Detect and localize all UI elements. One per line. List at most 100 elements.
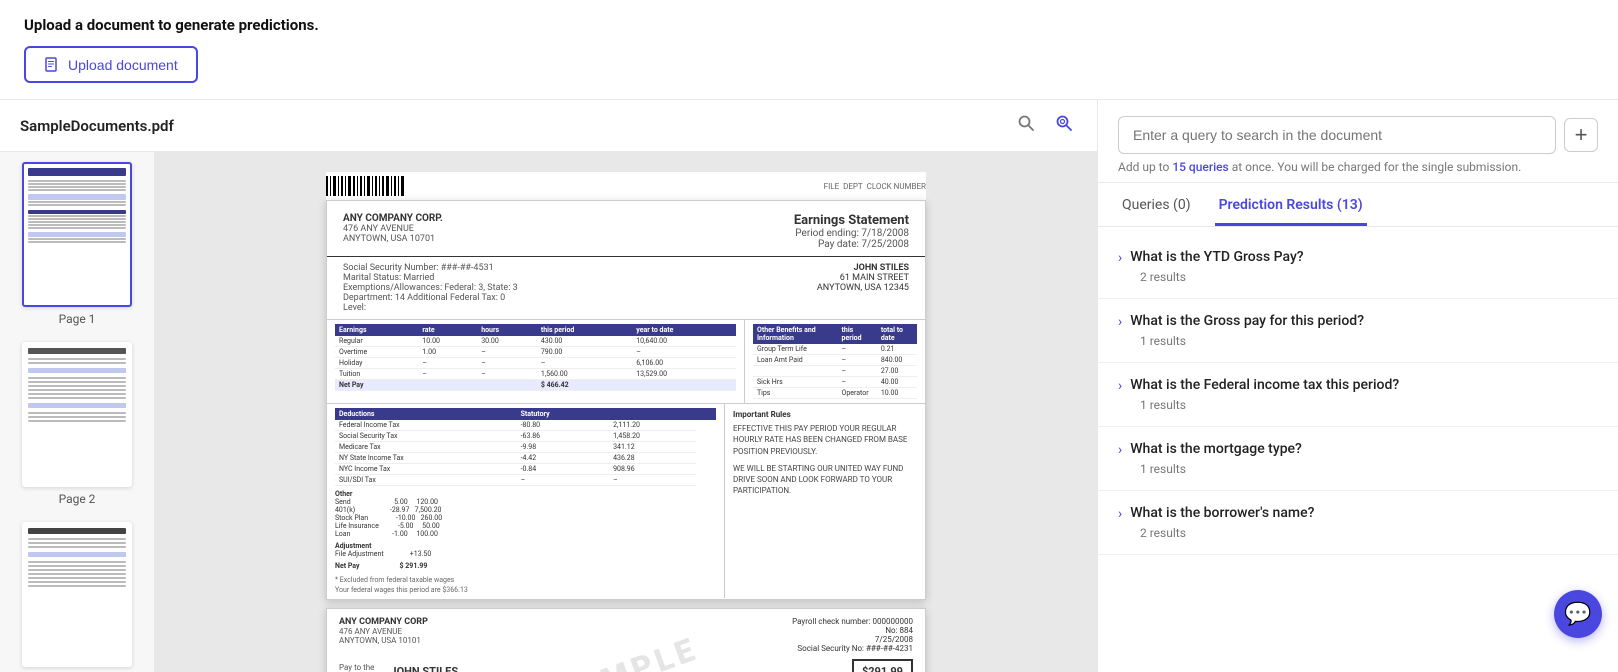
top-banner: Upload a document to generate prediction…	[0, 0, 1618, 100]
ssn-label: Social Security Number: ###-##-4531	[343, 263, 518, 273]
sk-title	[28, 348, 126, 354]
sk-b1	[28, 194, 126, 200]
sk3-l5	[28, 565, 126, 567]
sk-l10	[28, 224, 126, 226]
sk3-l4	[28, 561, 126, 563]
other-benefits-section: Other Benefits and Information this peri…	[745, 320, 925, 403]
ded-period-ny: -4.42	[517, 453, 610, 464]
check-payee-name: JOHN STILES	[390, 665, 836, 672]
thumbnail-image-1	[22, 162, 132, 307]
result-item-2[interactable]: › What is the Federal income tax this pe…	[1098, 363, 1618, 427]
col-rate: rate	[418, 324, 477, 336]
earn-hours-tuition: –	[477, 369, 537, 380]
ded-ytd-federal: 2,111.20	[609, 420, 696, 431]
benefit-period-blank: –	[838, 366, 877, 377]
result-item-1[interactable]: › What is the Gross pay for this period?…	[1098, 299, 1618, 363]
period-ending: Period ending: 7/18/2008	[794, 228, 909, 239]
sk-l1	[28, 180, 126, 182]
earnings-row-holiday: Holiday – – – 6,106.00	[335, 358, 736, 369]
important-rules-section: Important Rules EFFECTIVE THIS PAY PERIO…	[725, 404, 925, 598]
document-main-view: FILE DEPT CLOCK NUMBER ANY COMPANY CORP.…	[155, 152, 1097, 672]
sketch-header	[28, 168, 126, 176]
tab-queries[interactable]: Queries (0)	[1118, 187, 1195, 226]
chevron-right-icon-3: ›	[1118, 442, 1122, 458]
result-item-0[interactable]: › What is the YTD Gross Pay? 2 results	[1098, 235, 1618, 299]
sk-l6	[28, 204, 126, 206]
sk3-l9	[28, 581, 126, 583]
ded-type-ss: Social Security Tax	[335, 431, 517, 442]
result-item-4[interactable]: › What is the borrower's name? 2 results	[1098, 491, 1618, 555]
thumbnail-page-3[interactable]: Page 3	[8, 522, 146, 672]
exemptions-label: Exemptions/Allowances: Federal: 3, State…	[343, 283, 518, 293]
sk-l7	[28, 215, 126, 217]
search-input-row: +	[1118, 116, 1598, 154]
earnings-table-section: Earnings rate hours this period year to …	[327, 320, 745, 403]
document-toolbar	[1013, 112, 1077, 139]
thumbnail-page-1[interactable]: Page 1	[8, 162, 146, 326]
earn-ytd-holiday: 6,106.00	[632, 358, 736, 369]
employee-city: ANYTOWN, USA 12345	[817, 283, 909, 293]
net-pay-value: $ 466.42	[537, 380, 632, 391]
check-company-addr: 476 ANY AVENUE	[339, 627, 428, 636]
ded-adjustment: File Adjustment +13.50	[335, 550, 716, 558]
search-active-button[interactable]	[1051, 112, 1077, 139]
tab-queries-label: Queries (0)	[1122, 197, 1191, 213]
benefit-period-sick: –	[838, 377, 877, 388]
sk2-l3	[28, 377, 126, 379]
employee-ssn-block: Social Security Number: ###-##-4531 Mari…	[343, 263, 518, 313]
result-count-0: 2 results	[1118, 270, 1598, 284]
employee-info-row: Social Security Number: ###-##-4531 Mari…	[327, 257, 925, 320]
benefit-period-gtl: –	[838, 344, 877, 355]
result-item-3[interactable]: › What is the mortgage type? 1 results	[1098, 427, 1618, 491]
sk-l3	[28, 186, 126, 188]
check-company-info: ANY COMPANY CORP 476 ANY AVENUE ANYTOWN,…	[339, 617, 428, 653]
dept-code-label: Department: 14 Additional Federal Tax: 0	[343, 293, 518, 303]
result-header-2: › What is the Federal income tax this pe…	[1118, 377, 1598, 394]
plus-icon: +	[1575, 122, 1588, 148]
benefit-row-loan: Loan Amt Paid – 840.00	[753, 355, 917, 366]
deductions-data-table: Deductions Statutory Federal I	[335, 408, 716, 486]
thumbnail-image-3	[22, 522, 132, 667]
earn-ytd-regular: 10,640.00	[632, 336, 736, 347]
social-security: Social Security No: ###-##-4231	[792, 644, 913, 653]
sk2-l2	[28, 362, 126, 364]
col-ded-stat: Statutory	[517, 408, 610, 420]
results-list: › What is the YTD Gross Pay? 2 results ›…	[1098, 227, 1618, 672]
result-header-0: › What is the YTD Gross Pay?	[1118, 249, 1598, 266]
col-hours: hours	[477, 324, 537, 336]
fab-button[interactable]: 💬	[1554, 590, 1602, 638]
sk3-l6	[28, 569, 126, 571]
benefit-type-blank	[753, 366, 838, 377]
ded-401k: 401(k) -28.97 7,500.20	[335, 506, 716, 514]
earnings-row-tuition: Tuition – – 1,560.00 13,529.00	[335, 369, 736, 380]
earn-hours-regular: 30.00	[477, 336, 537, 347]
chevron-right-icon-2: ›	[1118, 378, 1122, 394]
earn-type-tuition: Tuition	[335, 369, 418, 380]
result-question-0: What is the YTD Gross Pay?	[1130, 249, 1303, 265]
thumbnail-page-2[interactable]: Page 2	[8, 342, 146, 506]
marital-label: Marital Status: Married	[343, 273, 518, 283]
search-normal-button[interactable]	[1013, 112, 1039, 139]
add-query-button[interactable]: +	[1564, 118, 1598, 152]
result-header-4: › What is the borrower's name?	[1118, 505, 1598, 522]
chevron-right-icon-0: ›	[1118, 250, 1122, 266]
tab-prediction-results[interactable]: Prediction Results (13)	[1215, 187, 1367, 226]
thumbnail-image-2	[22, 342, 132, 487]
upload-document-button[interactable]: Upload document	[24, 46, 198, 83]
sk2-l9	[28, 412, 126, 414]
ded-loan: Loan -1.00 100.00	[335, 530, 716, 538]
sk2-l11	[28, 420, 126, 422]
search-input[interactable]	[1118, 116, 1556, 154]
earn-type-regular: Regular	[335, 336, 418, 347]
excluded-note: * Excluded from federal taxable wages	[335, 576, 716, 584]
benefit-operator: Operator	[838, 388, 877, 399]
ded-type-nyc: NYC Income Tax	[335, 464, 517, 475]
company-city: ANYTOWN, USA 10701	[343, 234, 443, 244]
ded-row-medicare: Medicare Tax -9.98 341.12	[335, 442, 716, 453]
sk2-l1	[28, 358, 126, 360]
check-amount: $291.99	[852, 659, 913, 672]
pay-to-label: Pay to theorder of:	[339, 663, 374, 672]
chevron-right-icon-1: ›	[1118, 314, 1122, 330]
company-name: ANY COMPANY CORP.	[343, 213, 443, 224]
col-benefit: Other Benefits and Information	[753, 324, 838, 344]
